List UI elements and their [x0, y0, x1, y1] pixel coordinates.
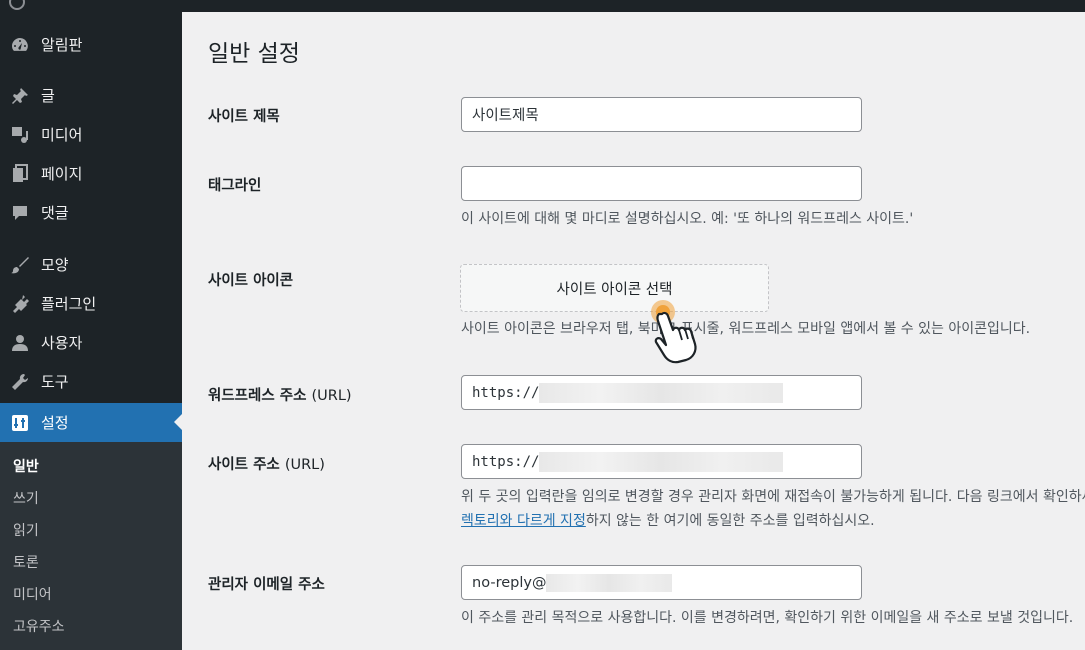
tagline-description: 이 사이트에 대해 몇 마디로 설명하십시오. 예: '또 하나의 워드프레스 …: [461, 211, 914, 227]
sidebar-item-users[interactable]: 사용자: [0, 323, 182, 362]
comment-icon: [9, 203, 31, 223]
tagline-label: 태그라인: [208, 178, 262, 194]
different-directory-link[interactable]: 렉토리와 다르게 지정: [461, 513, 586, 529]
submenu-item-permalinks[interactable]: 고유주소: [13, 616, 65, 636]
sidebar-item-label: 모양: [41, 256, 69, 274]
submenu-item-reading[interactable]: 읽기: [13, 520, 39, 540]
tagline-input[interactable]: [461, 166, 862, 201]
sidebar-item-comments[interactable]: 댓글: [0, 193, 182, 232]
site-title-input[interactable]: 사이트제목: [461, 97, 862, 132]
sidebar-item-label: 댓글: [41, 204, 69, 222]
site-icon-description: 사이트 아이콘은 브라우저 탭, 북마크 표시줄, 워드프레스 모바일 앱에서 …: [461, 321, 1031, 337]
dashboard-icon: [9, 35, 31, 55]
wordpress-address-input[interactable]: https://: [461, 375, 862, 410]
submenu-item-writing[interactable]: 쓰기: [13, 488, 39, 508]
url-suffix: (URL): [311, 388, 352, 404]
pin-icon: [9, 86, 31, 106]
plugin-icon: [9, 294, 31, 314]
sidebar-item-plugins[interactable]: 플러그인: [0, 284, 182, 323]
site-address-value: https://: [472, 453, 540, 470]
redacted-email: [546, 573, 673, 592]
url-suffix: (URL): [284, 457, 325, 473]
select-site-icon-button[interactable]: 사이트 아이콘 선택: [460, 264, 769, 312]
sidebar-item-label: 글: [41, 87, 55, 105]
submenu-item-general[interactable]: 일반: [13, 456, 39, 476]
wordpress-address-value: https://: [472, 384, 540, 401]
wrench-icon: [9, 372, 31, 392]
sidebar-item-label: 사용자: [41, 334, 83, 352]
site-title-label: 사이트 제목: [208, 109, 280, 125]
site-address-label-text: 사이트 주소: [208, 457, 280, 473]
site-address-description: 위 두 곳의 입력란을 임의로 변경할 경우 관리자 화면에 재접속이 불가능하…: [461, 489, 1085, 505]
settings-icon: [9, 413, 31, 433]
sidebar-item-tools[interactable]: 도구: [0, 362, 182, 401]
sidebar-item-dashboard[interactable]: 알림판: [0, 25, 182, 64]
submenu-item-discussion[interactable]: 토론: [13, 552, 39, 572]
sidebar-item-label: 알림판: [41, 36, 83, 54]
site-address-input[interactable]: https://: [461, 444, 862, 479]
user-icon: [9, 333, 31, 353]
sidebar-item-posts[interactable]: 글: [0, 76, 182, 115]
site-address-description-2: 렉토리와 다르게 지정하지 않는 한 여기에 동일한 주소를 입력하십시오.: [461, 510, 875, 530]
settings-content: 일반 설정 사이트 제목 사이트제목 태그라인 이 사이트에 대해 몇 마디로 …: [182, 12, 1085, 650]
admin-email-input[interactable]: no-reply@: [461, 565, 862, 600]
wordpress-address-label: 워드프레스 주소 (URL): [208, 384, 352, 405]
settings-submenu: 일반 쓰기 읽기 토론 미디어 고유주소: [0, 442, 182, 650]
sidebar-item-pages[interactable]: 페이지: [0, 154, 182, 193]
admin-email-description: 이 주소를 관리 목적으로 사용합니다. 이를 변경하려면, 확인하기 위한 이…: [461, 610, 1074, 626]
sidebar-item-appearance[interactable]: 모양: [0, 245, 182, 284]
redacted-url: [539, 451, 784, 472]
sidebar-item-label: 도구: [41, 373, 69, 391]
page-icon: [9, 163, 31, 184]
sidebar-item-label: 미디어: [41, 126, 83, 144]
sidebar-item-settings[interactable]: 설정: [0, 403, 182, 442]
admin-top-bar: [0, 0, 1085, 12]
redacted-url: [539, 382, 784, 403]
brush-icon: [9, 255, 31, 275]
site-icon-label: 사이트 아이콘: [208, 273, 294, 289]
admin-email-value: no-reply@: [472, 574, 547, 591]
page-title: 일반 설정: [208, 41, 300, 67]
sidebar-item-label: 플러그인: [41, 295, 97, 313]
hand-pointer-cursor-icon: [651, 300, 697, 364]
sidebar-item-media[interactable]: 미디어: [0, 115, 182, 154]
wordpress-address-label-text: 워드프레스 주소: [208, 388, 307, 404]
submenu-item-media[interactable]: 미디어: [13, 584, 52, 604]
site-address-label: 사이트 주소 (URL): [208, 453, 325, 474]
media-icon: [9, 125, 31, 145]
sidebar-item-label: 페이지: [41, 165, 83, 183]
site-address-description-tail: 하지 않는 한 여기에 동일한 주소를 입력하십시오.: [585, 513, 875, 529]
sidebar-item-label: 설정: [41, 414, 69, 432]
wordpress-logo-icon[interactable]: [9, 0, 25, 10]
admin-email-label: 관리자 이메일 주소: [208, 577, 325, 593]
